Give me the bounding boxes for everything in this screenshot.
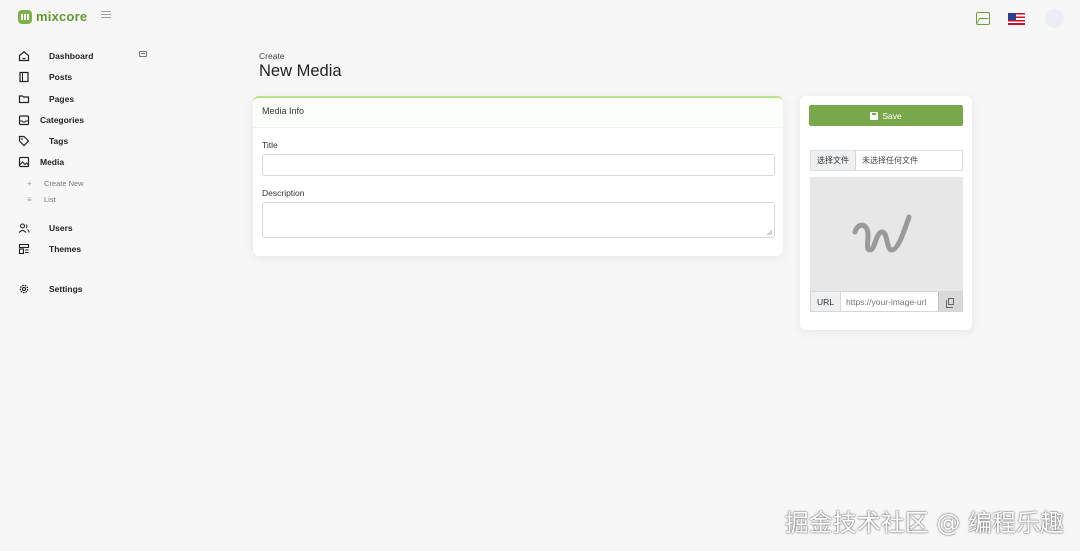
image-icon: [18, 156, 30, 168]
sidebar-item-media[interactable]: Media: [18, 156, 64, 168]
tag-icon: [18, 135, 30, 147]
sidebar-item-label: Categories: [40, 115, 84, 125]
url-input[interactable]: [841, 292, 938, 311]
url-field: URL: [810, 291, 963, 312]
media-icon[interactable]: [976, 12, 990, 25]
plus-icon: +: [27, 179, 32, 188]
publish-card: Save 选择文件 未选择任何文件 URL: [800, 96, 972, 330]
choose-file-button[interactable]: 选择文件: [811, 151, 856, 170]
page-title: New Media: [259, 62, 342, 80]
gear-icon: [19, 284, 29, 294]
sidebar-item-posts[interactable]: Posts: [18, 71, 72, 83]
sidebar-item-label: Posts: [49, 72, 73, 82]
us-flag-icon[interactable]: [1008, 12, 1025, 25]
save-button[interactable]: Save: [809, 105, 963, 126]
file-input[interactable]: 选择文件 未选择任何文件: [810, 150, 963, 171]
sidebar-item-label: Settings: [49, 284, 83, 294]
card-title: Media Info: [253, 98, 783, 128]
sidebar-subitem-create-new[interactable]: + Create New: [27, 179, 84, 188]
book-icon: [19, 71, 29, 83]
breadcrumb: Create: [259, 51, 285, 61]
sidebar-item-settings[interactable]: Settings: [18, 283, 83, 295]
sidebar-item-label: Themes: [49, 244, 82, 254]
sidebar-item-users[interactable]: Users: [18, 222, 73, 234]
sidebar-item-label: Tags: [49, 136, 69, 146]
media-info-card: Media Info Title Description: [253, 96, 783, 256]
sidebar-item-themes[interactable]: Themes: [18, 243, 81, 255]
sidebar: Dashboard Posts Pages Categories Tags Me…: [0, 0, 200, 551]
sidebar-item-categories[interactable]: Categories: [18, 114, 84, 126]
sidebar-subitem-label: Create New: [44, 179, 84, 188]
list-icon: ≡: [27, 195, 32, 204]
title-label: Title: [262, 140, 278, 150]
sidebar-item-dashboard[interactable]: Dashboard: [18, 50, 93, 62]
copy-icon: [945, 298, 954, 308]
save-label: Save: [882, 110, 902, 121]
sidebar-item-tags[interactable]: Tags: [18, 135, 68, 147]
sidebar-item-label: Pages: [49, 94, 75, 104]
sidebar-item-label: Dashboard: [49, 51, 94, 61]
sidebar-subitem-list[interactable]: ≡ List: [27, 195, 56, 204]
sidebar-item-label: Media: [40, 157, 65, 167]
sidebar-item-label: Users: [49, 223, 73, 233]
collapse-icon[interactable]: [139, 51, 147, 57]
home-icon: [18, 51, 30, 62]
watermark: 掘金技术社区 @ 编程乐趣: [784, 509, 1064, 537]
sidebar-item-pages[interactable]: Pages: [18, 93, 74, 105]
folder-icon: [18, 95, 30, 104]
title-input[interactable]: [262, 154, 775, 176]
inbox-icon: [18, 115, 30, 126]
sidebar-subitem-label: List: [44, 195, 56, 204]
description-label: Description: [262, 188, 305, 198]
image-preview: [810, 177, 963, 291]
users-icon: [18, 223, 30, 233]
url-label: URL: [811, 292, 842, 311]
file-status: 未选择任何文件: [862, 156, 918, 165]
description-textarea[interactable]: [262, 202, 775, 238]
avatar[interactable]: [1045, 9, 1064, 28]
copy-button[interactable]: [938, 292, 962, 311]
save-icon: [870, 111, 879, 120]
placeholder-image-icon: [852, 214, 912, 253]
layout-icon: [18, 243, 30, 255]
resize-handle[interactable]: [767, 230, 772, 235]
